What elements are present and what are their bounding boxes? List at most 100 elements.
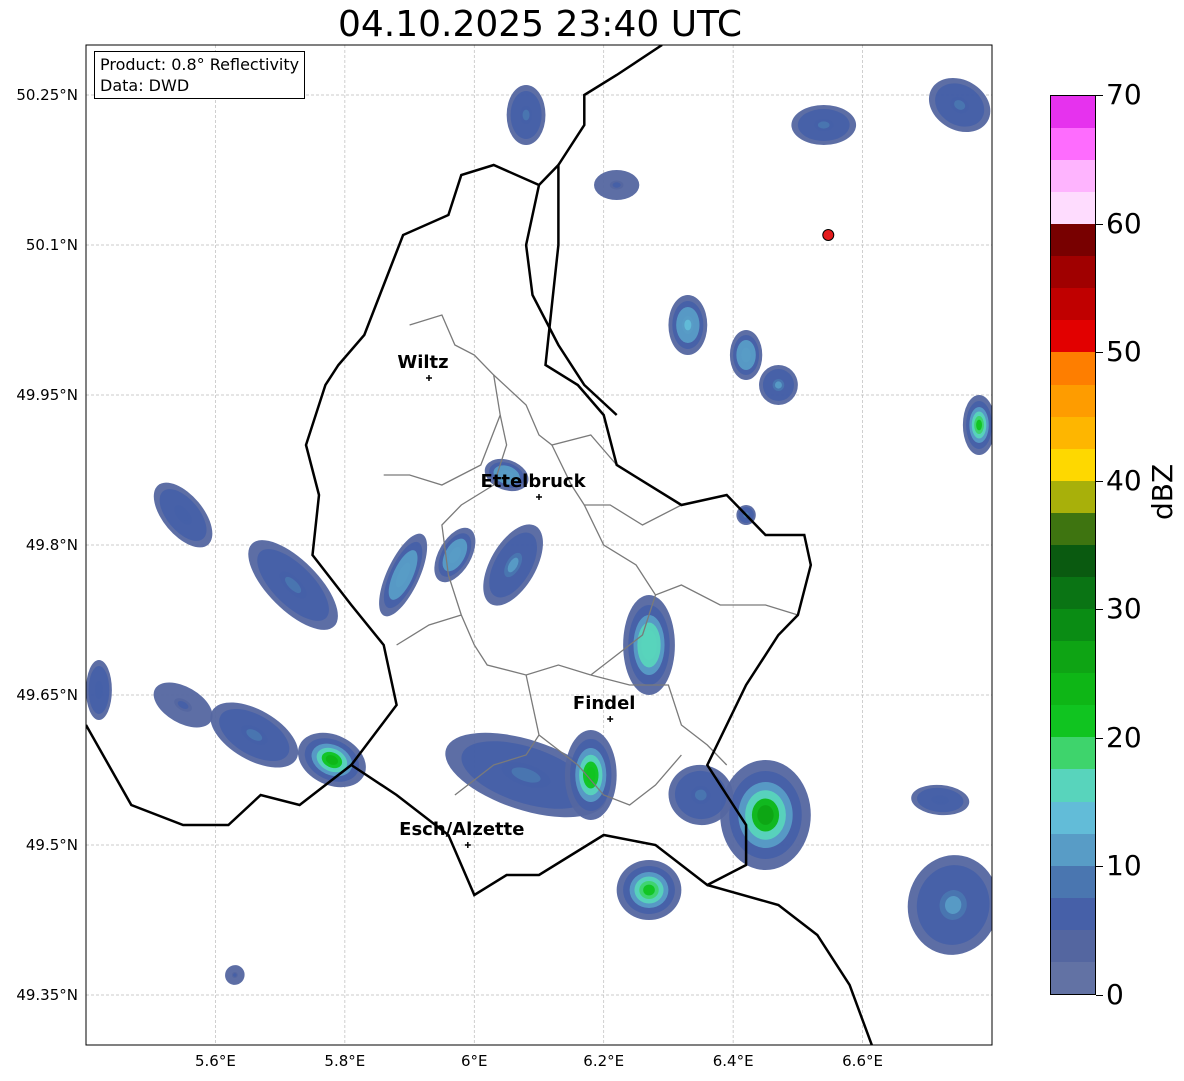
colorbar-segment	[1051, 224, 1095, 257]
city-marker: Findel	[573, 693, 636, 722]
colorbar-segment	[1051, 127, 1095, 160]
city-marker: Esch/Alzette	[399, 819, 524, 848]
colorbar-segment	[1051, 865, 1095, 898]
info-source: Data: DWD	[100, 76, 190, 95]
city-marker: Ettelbruck	[480, 471, 587, 500]
colorbar-tick-label: 0	[1106, 978, 1124, 1011]
radar-cell-ring	[774, 381, 782, 389]
lat-tick-label: 49.8°N	[25, 536, 78, 554]
colorbar-segment	[1051, 159, 1095, 193]
radar-cell	[210, 702, 299, 768]
colorbar-tick-label: 70	[1106, 78, 1142, 111]
colorbar-segment	[1051, 769, 1095, 802]
radar-echoes	[86, 77, 992, 985]
colorbar-tick-label: 60	[1106, 206, 1142, 240]
colorbar-tick	[1096, 866, 1103, 868]
colorbar-tick-label: 30	[1106, 592, 1142, 626]
colorbar-segment	[1051, 609, 1095, 642]
colorbar-segment	[1051, 737, 1095, 770]
canton-border	[396, 614, 462, 646]
radar-cell-ring	[684, 319, 692, 331]
radar-cell	[759, 365, 798, 405]
radar-cell-ring	[612, 182, 621, 188]
city-label: Wiltz	[397, 352, 448, 373]
radar-cell-ring	[643, 884, 655, 896]
info-product: Product: 0.8° Reflectivity	[100, 55, 300, 74]
country-border	[706, 883, 874, 1045]
colorbar-segment	[1051, 256, 1095, 289]
radar-cell	[729, 330, 763, 380]
radar-cell	[623, 595, 675, 695]
city-label: Ettelbruck	[480, 471, 586, 492]
colorbar-tick	[1096, 995, 1103, 996]
country-border	[557, 45, 663, 166]
colorbar-tick	[1096, 737, 1103, 739]
radar-cell	[791, 105, 857, 145]
lat-tick-label: 49.5°N	[25, 836, 78, 854]
colorbar-segment	[1051, 576, 1095, 610]
radar-cell-ring	[644, 636, 654, 654]
lon-tick-label: 6°E	[461, 1052, 488, 1070]
lat-tick-label: 50.1°N	[25, 236, 78, 254]
colorbar-tick-label: 40	[1106, 463, 1142, 497]
colorbar-tick-label: 20	[1106, 720, 1142, 754]
lat-tick-label: 49.65°N	[16, 686, 78, 704]
colorbar-tick	[1096, 609, 1103, 611]
colorbar-segment	[1051, 288, 1095, 321]
borders	[86, 45, 874, 1045]
radar-cell	[379, 533, 428, 617]
colorbar-segment	[1051, 833, 1095, 866]
radar-cell	[907, 855, 992, 955]
colorbar-tick	[1096, 223, 1103, 225]
radar-cell-ring	[96, 684, 102, 696]
radar-cell	[153, 682, 213, 728]
colorbar	[1050, 95, 1096, 995]
radar-cell	[911, 784, 970, 816]
radar-cell-ring	[976, 419, 982, 431]
colorbar-tick-label: 50	[1106, 335, 1142, 369]
radar-cell	[616, 860, 682, 920]
colorbar-segment	[1051, 641, 1095, 674]
colorbar-segment	[1051, 897, 1095, 930]
lat-tick-label: 50.25°N	[16, 86, 78, 104]
lat-tick-label: 49.95°N	[16, 386, 78, 404]
colorbar-segment	[1051, 673, 1095, 706]
radar-cell	[564, 730, 617, 820]
radar-cell	[928, 77, 991, 133]
radar-cell	[720, 760, 811, 870]
info-box: Product: 0.8° Reflectivity Data: DWD	[94, 51, 306, 99]
colorbar-segment	[1051, 705, 1095, 738]
lat-tick-label: 49.35°N	[16, 986, 78, 1004]
colorbar-segment	[1051, 95, 1095, 128]
radar-cell	[225, 965, 245, 985]
lon-tick-label: 6.2°E	[583, 1052, 625, 1070]
colorbar-segment	[1051, 384, 1095, 417]
colorbar-segment	[1051, 480, 1095, 513]
city-marker: Wiltz	[397, 352, 449, 381]
lon-tick-label: 6.6°E	[842, 1052, 883, 1070]
colorbar-segment	[1051, 320, 1095, 353]
colorbar-tick	[1096, 352, 1103, 354]
radar-cell	[297, 732, 366, 788]
colorbar-segment	[1051, 448, 1095, 481]
colorbar-tick	[1096, 480, 1103, 482]
colorbar-segment	[1051, 352, 1095, 385]
colorbar-tick-label: 10	[1106, 849, 1142, 883]
city-label: Findel	[573, 693, 636, 714]
radar-cell	[668, 295, 708, 355]
colorbar-segment	[1051, 192, 1095, 225]
radar-map[interactable]: Wiltz Ettelbruck Findel Esch/Alzette	[0, 0, 1184, 1081]
radar-cell-ring	[743, 350, 749, 360]
colorbar-segment	[1051, 801, 1095, 834]
radar-cell	[506, 85, 546, 145]
city-label: Esch/Alzette	[399, 819, 524, 840]
radar-site-marker	[822, 229, 835, 241]
canton-border	[383, 314, 501, 486]
radar-cell-ring	[757, 805, 774, 825]
lon-tick-label: 6.4°E	[712, 1052, 754, 1070]
radar-cell-ring	[522, 109, 530, 121]
radar-cell	[434, 527, 476, 583]
radar-cell	[86, 660, 112, 720]
colorbar-tick	[1096, 95, 1103, 96]
canton-border	[583, 504, 799, 616]
